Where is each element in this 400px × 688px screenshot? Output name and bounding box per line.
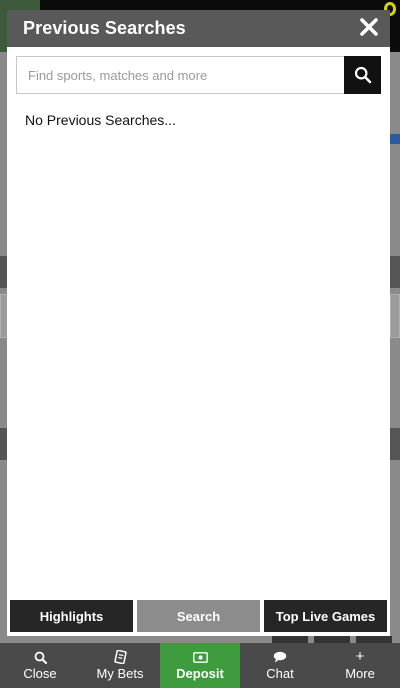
nav-more-button[interactable]: + More xyxy=(320,643,400,688)
background-section-header-right-2 xyxy=(390,428,400,460)
modal-tab-bar: Highlights Search Top Live Games xyxy=(10,600,387,632)
nav-more-label: More xyxy=(345,666,375,681)
search-bar xyxy=(16,56,381,94)
empty-state-message: No Previous Searches... xyxy=(25,112,176,128)
nav-deposit-button[interactable]: Deposit xyxy=(160,643,240,688)
nav-deposit-label: Deposit xyxy=(176,666,224,681)
tab-top-live-games[interactable]: Top Live Games xyxy=(264,600,387,632)
plus-icon: + xyxy=(355,648,365,665)
background-row-right xyxy=(390,294,400,338)
bottom-nav: Close My Bets Deposit Chat + More xyxy=(0,643,400,688)
nav-close-label: Close xyxy=(23,666,57,681)
nav-chat-button[interactable]: Chat xyxy=(240,643,320,688)
search-input[interactable] xyxy=(16,56,345,94)
search-button[interactable] xyxy=(344,56,381,94)
search-icon xyxy=(354,66,371,84)
previous-searches-modal: Previous Searches No Previous Searches..… xyxy=(7,10,390,636)
close-icon[interactable] xyxy=(358,16,380,38)
background-section-header-right xyxy=(390,256,400,288)
nav-chat-label: Chat xyxy=(266,666,294,681)
nav-close-button[interactable]: Close xyxy=(0,643,80,688)
tab-search[interactable]: Search xyxy=(137,600,260,632)
chat-bubble-icon xyxy=(273,650,287,664)
modal-title: Previous Searches xyxy=(23,18,186,38)
tab-highlights[interactable]: Highlights xyxy=(10,600,133,632)
bet-slip-icon xyxy=(113,650,127,664)
cash-icon xyxy=(192,650,208,664)
search-icon xyxy=(34,650,47,664)
modal-header: Previous Searches xyxy=(7,10,390,47)
nav-my-bets-button[interactable]: My Bets xyxy=(80,643,160,688)
nav-my-bets-label: My Bets xyxy=(96,666,144,681)
